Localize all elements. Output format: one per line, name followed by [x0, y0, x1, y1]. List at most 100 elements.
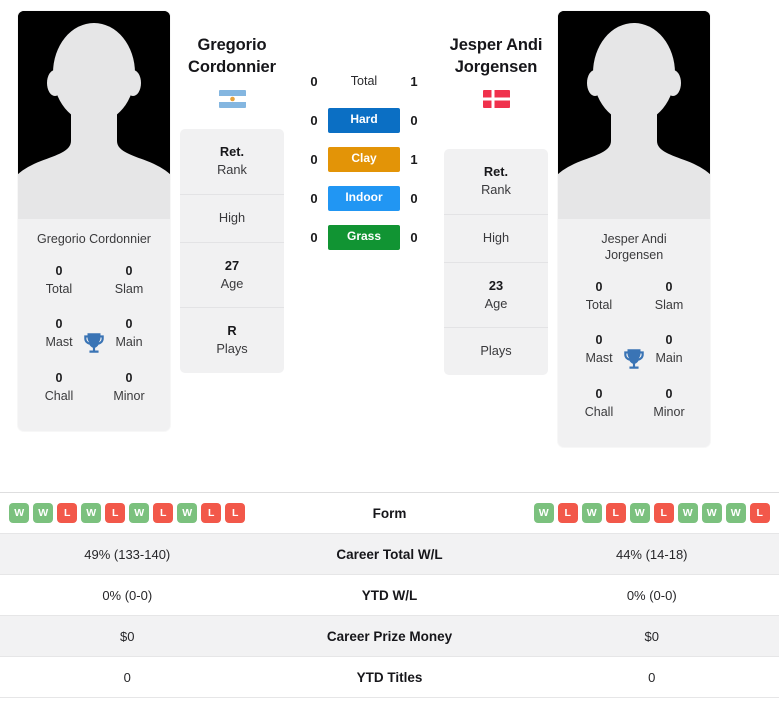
info-label: High — [218, 209, 246, 225]
title-cell: 0 Chall — [564, 380, 634, 433]
stats-row-label: YTD Titles — [356, 669, 423, 685]
info-label: Age — [484, 295, 508, 311]
info-row-plays: R Plays — [180, 308, 284, 373]
titles-grid-right: 0 Total 0 Slam 0 Mast 0 Main 0 Chall 0 M… — [558, 273, 710, 447]
photo-name-line1: Jesper Andi — [601, 232, 667, 246]
form-badge-loss[interactable]: L — [201, 503, 222, 523]
form-badge-win[interactable]: W — [177, 503, 198, 523]
info-label: Plays — [480, 343, 512, 359]
form-badge-win[interactable]: W — [129, 503, 150, 523]
player-photo-left — [18, 11, 170, 219]
surface-left-count: 0 — [310, 229, 318, 245]
player-photo-name-right: Jesper Andi Jorgensen — [558, 219, 710, 273]
stats-value-left: $0 — [120, 628, 135, 644]
title-cell: 0 Total — [564, 273, 634, 326]
surface-row-indoor: 0 Indoor 0 — [284, 185, 444, 211]
title-label: Slam — [654, 298, 684, 313]
stats-row-career-prize-money: $0 Career Prize Money $0 — [0, 616, 779, 657]
player-card-left[interactable]: Gregorio Cordonnier 0 Total 0 Slam 0 Mas… — [18, 11, 170, 431]
player-photo-name-left: Gregorio Cordonnier — [37, 232, 151, 246]
info-row-rank: Ret. Rank — [444, 149, 548, 215]
stats-value-right: $0 — [644, 628, 659, 644]
surface-right-count: 1 — [410, 73, 418, 89]
form-badge-win[interactable]: W — [533, 503, 554, 523]
info-value: 23 — [488, 277, 504, 293]
argentina-flag-icon — [218, 89, 246, 108]
surface-row-grass: 0 Grass 0 — [284, 224, 444, 250]
info-row-plays: Plays — [444, 328, 548, 375]
surface-label-clay[interactable]: Clay — [328, 147, 400, 172]
player-name-line2: Jorgensen — [454, 57, 538, 76]
stats-value-left: 0% (0-0) — [102, 587, 153, 603]
title-value: 0 — [595, 280, 603, 294]
player-name-line1: Gregorio — [197, 36, 267, 54]
form-badges-left: WWLWLWLWLL — [0, 503, 255, 523]
title-label: Minor — [653, 404, 685, 419]
form-badge-loss[interactable]: L — [105, 503, 126, 523]
surface-label-total: Total — [350, 74, 378, 88]
surface-label-indoor[interactable]: Indoor — [328, 185, 400, 211]
surface-right-count: 0 — [410, 113, 418, 129]
player-name-right: Jesper Andi Jorgensen — [450, 35, 543, 79]
player-info-card-right: Ret. Rank High 23 Age Plays — [444, 148, 548, 376]
info-label: Rank — [217, 161, 247, 177]
player-info-card-left: Ret. Rank High 27 Age R Plays — [180, 128, 284, 374]
form-badge-win[interactable]: W — [629, 503, 650, 523]
trophy-icon — [621, 346, 647, 372]
info-row-high: High — [180, 195, 284, 243]
surface-label-hard[interactable]: Hard — [328, 108, 400, 134]
photo-name-line2: Jorgensen — [604, 248, 664, 262]
title-label: Total — [585, 298, 613, 313]
form-badge-win[interactable]: W — [9, 503, 30, 523]
title-cell: 0 Total — [24, 257, 94, 310]
surface-label-grass[interactable]: Grass — [328, 224, 400, 250]
title-label: Slam — [114, 282, 144, 297]
stats-row-label: Career Total W/L — [336, 546, 443, 562]
form-badge-loss[interactable]: L — [605, 503, 626, 523]
form-badge-win[interactable]: W — [701, 503, 722, 523]
form-badge-win[interactable]: W — [581, 503, 602, 523]
surface-row-clay: 0 Clay 1 — [284, 147, 444, 172]
info-row-age: 23 Age — [444, 263, 548, 329]
form-badge-loss[interactable]: L — [653, 503, 674, 523]
info-row-high: High — [444, 215, 548, 263]
surface-left-count: 0 — [310, 113, 318, 129]
form-badges-right: WLWLWLWWWL — [525, 503, 779, 523]
title-label: Minor — [113, 388, 145, 403]
info-value: Ret. — [219, 143, 245, 159]
title-value: 0 — [125, 370, 133, 385]
form-badge-loss[interactable]: L — [749, 503, 770, 523]
info-value: 27 — [224, 257, 240, 273]
form-badge-win[interactable]: W — [677, 503, 698, 523]
title-value: 0 — [55, 264, 63, 278]
player-card-right[interactable]: Jesper Andi Jorgensen 0 Total 0 Slam 0 M… — [558, 11, 710, 447]
title-cell: 0 Chall — [24, 364, 94, 417]
denmark-flag-icon — [482, 89, 510, 108]
info-value: R — [227, 323, 237, 339]
player-comparison-page: Gregorio Cordonnier 0 Total 0 Slam 0 Mas… — [0, 0, 779, 719]
stats-value-right: 44% (14-18) — [615, 546, 688, 562]
form-badge-loss[interactable]: L — [57, 503, 78, 523]
info-label: High — [482, 229, 510, 245]
trophy-icon — [81, 330, 107, 356]
player-name-column-left: Gregorio Cordonnier Ret. Rank High 27 Ag… — [180, 8, 284, 374]
surface-right-count: 0 — [410, 229, 418, 245]
title-label: Chall — [584, 404, 614, 419]
form-badge-win[interactable]: W — [33, 503, 54, 523]
info-label: Plays — [216, 341, 248, 357]
stats-row-ytd-wl: 0% (0-0) YTD W/L 0% (0-0) — [0, 575, 779, 616]
form-badge-loss[interactable]: L — [225, 503, 246, 523]
head-to-head-surfaces: 0 Total 1 0 Hard 0 0 Clay 1 0 Indoor 0 0 — [284, 8, 444, 250]
form-badge-loss[interactable]: L — [557, 503, 578, 523]
title-value: 0 — [665, 280, 673, 294]
form-badge-win[interactable]: W — [81, 503, 102, 523]
player-name-left: Gregorio Cordonnier — [188, 35, 276, 79]
title-label: Total — [45, 282, 73, 297]
stats-row-form: WWLWLWLWLL Form WLWLWLWWWL — [0, 493, 779, 534]
player-photo-right — [558, 11, 710, 219]
player-name-line1: Jesper Andi — [449, 36, 543, 54]
form-badge-win[interactable]: W — [725, 503, 746, 523]
form-badge-loss[interactable]: L — [153, 503, 174, 523]
title-value: 0 — [125, 264, 133, 278]
info-label: Rank — [481, 181, 511, 197]
